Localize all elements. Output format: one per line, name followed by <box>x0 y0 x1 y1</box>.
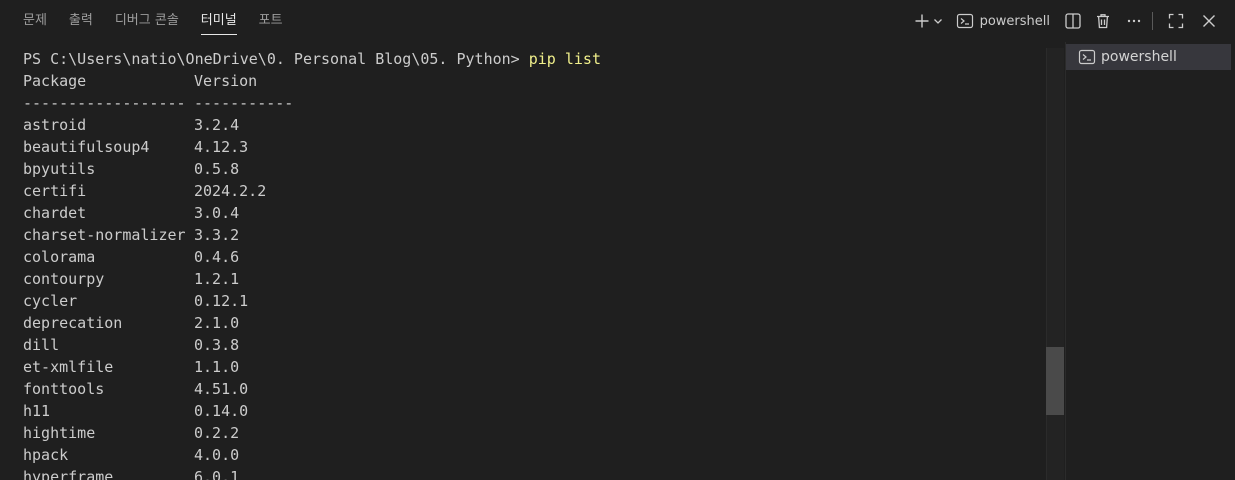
package-name: chardet <box>23 204 87 222</box>
table-row: astroid 3.2.4 <box>23 114 1038 136</box>
terminal-list-item-label: powershell <box>1101 49 1177 65</box>
terminal-output[interactable]: PS C:\Users\natio\OneDrive\0. Personal B… <box>23 48 1038 480</box>
package-version: 1.2.1 <box>194 270 240 288</box>
table-row: bpyutils 0.5.8 <box>23 158 1038 180</box>
package-name: hyperframe <box>23 468 114 480</box>
command-text: pip list <box>528 50 601 68</box>
table-row: certifi 2024.2.2 <box>23 180 1038 202</box>
version-separator: ----------- <box>194 94 294 112</box>
package-version: 1.1.0 <box>194 358 240 376</box>
command-line: PS C:\Users\natio\OneDrive\0. Personal B… <box>23 48 1038 70</box>
table-row: contourpy 1.2.1 <box>23 268 1038 290</box>
plus-icon <box>914 13 930 29</box>
table-row: chardet 3.0.4 <box>23 202 1038 224</box>
toolbar-separator <box>1152 12 1153 30</box>
table-row: colorama 0.4.6 <box>23 246 1038 268</box>
package-name: contourpy <box>23 270 105 288</box>
kill-terminal-button[interactable] <box>1094 9 1112 33</box>
package-name: deprecation <box>23 314 123 332</box>
package-version: 2024.2.2 <box>194 182 267 200</box>
package-version: 2.1.0 <box>194 314 240 332</box>
tab-problems[interactable]: 문제 <box>12 0 58 42</box>
package-version: 3.2.4 <box>194 116 240 134</box>
package-name: hightime <box>23 424 96 442</box>
package-header: Package <box>23 72 87 90</box>
package-version: 0.12.1 <box>194 292 249 310</box>
active-terminal-button[interactable]: powershell <box>956 9 1050 33</box>
package-name: cycler <box>23 292 78 310</box>
more-actions-button[interactable] <box>1126 9 1142 33</box>
scrollbar-thumb[interactable] <box>1046 347 1064 415</box>
tab-debug-console[interactable]: 디버그 콘솔 <box>104 0 190 42</box>
package-version: 0.14.0 <box>194 402 249 420</box>
package-version: 0.5.8 <box>194 160 240 178</box>
package-version: 6.0.1 <box>194 468 240 480</box>
terminal-panel: 문제 출력 디버그 콘솔 터미널 포트 powershell PS C:\Use… <box>0 0 1235 480</box>
chevron-down-icon <box>932 15 944 27</box>
terminal-icon <box>956 12 974 30</box>
table-header: Package Version <box>23 70 1038 92</box>
split-icon <box>1064 12 1082 30</box>
table-row: hpack 4.0.0 <box>23 444 1038 466</box>
package-name: fonttools <box>23 380 105 398</box>
launch-profile-button[interactable] <box>932 9 944 33</box>
panel-header: 문제 출력 디버그 콘솔 터미널 포트 powershell <box>0 0 1235 42</box>
table-row: charset-normalizer 3.3.2 <box>23 224 1038 246</box>
package-version: 0.2.2 <box>194 424 240 442</box>
table-row: hightime 0.2.2 <box>23 422 1038 444</box>
table-row: cycler 0.12.1 <box>23 290 1038 312</box>
package-version: 4.51.0 <box>194 380 249 398</box>
package-name: dill <box>23 336 60 354</box>
close-icon <box>1201 13 1217 29</box>
trash-icon <box>1094 12 1112 30</box>
package-name: charset-normalizer <box>23 226 186 244</box>
terminal-scrollbar[interactable] <box>1046 48 1064 480</box>
maximize-panel-button[interactable] <box>1167 9 1185 33</box>
panel-tabs: 문제 출력 디버그 콘솔 터미널 포트 <box>12 0 294 42</box>
table-row: h11 0.14.0 <box>23 400 1038 422</box>
tab-ports[interactable]: 포트 <box>248 0 294 42</box>
package-name: astroid <box>23 116 87 134</box>
ellipsis-icon <box>1126 13 1142 29</box>
package-version: 0.4.6 <box>194 248 240 266</box>
table-row: deprecation 2.1.0 <box>23 312 1038 334</box>
active-terminal-label: powershell <box>979 13 1050 29</box>
package-separator: ------------------ <box>23 94 186 112</box>
prompt: PS C:\Users\natio\OneDrive\0. Personal B… <box>23 50 529 68</box>
tab-output[interactable]: 출력 <box>58 0 104 42</box>
table-row: beautifulsoup4 4.12.3 <box>23 136 1038 158</box>
package-name: et-xmlfile <box>23 358 114 376</box>
table-row: et-xmlfile 1.1.0 <box>23 356 1038 378</box>
package-name: certifi <box>23 182 87 200</box>
terminal-list: powershell <box>1065 42 1235 480</box>
new-terminal-button[interactable] <box>914 9 930 33</box>
package-name: beautifulsoup4 <box>23 138 150 156</box>
terminal-list-item-powershell[interactable]: powershell <box>1066 44 1231 70</box>
package-name: h11 <box>23 402 51 420</box>
package-version: 3.3.2 <box>194 226 240 244</box>
package-name: colorama <box>23 248 96 266</box>
maximize-icon <box>1167 12 1185 30</box>
package-version: 3.0.4 <box>194 204 240 222</box>
package-name: hpack <box>23 446 69 464</box>
package-name: bpyutils <box>23 160 96 178</box>
table-row: fonttools 4.51.0 <box>23 378 1038 400</box>
package-version: 4.12.3 <box>194 138 249 156</box>
package-version: 0.3.8 <box>194 336 240 354</box>
package-version: 4.0.0 <box>194 446 240 464</box>
table-row: hyperframe 6.0.1 <box>23 466 1038 480</box>
tab-terminal[interactable]: 터미널 <box>190 0 248 42</box>
close-panel-button[interactable] <box>1201 9 1217 33</box>
table-row: dill 0.3.8 <box>23 334 1038 356</box>
table-separator: ------------------ ----------- <box>23 92 1038 114</box>
terminal-icon <box>1078 48 1096 66</box>
version-header: Version <box>194 72 258 90</box>
split-terminal-button[interactable] <box>1064 9 1082 33</box>
panel-actions: powershell <box>908 0 1217 42</box>
